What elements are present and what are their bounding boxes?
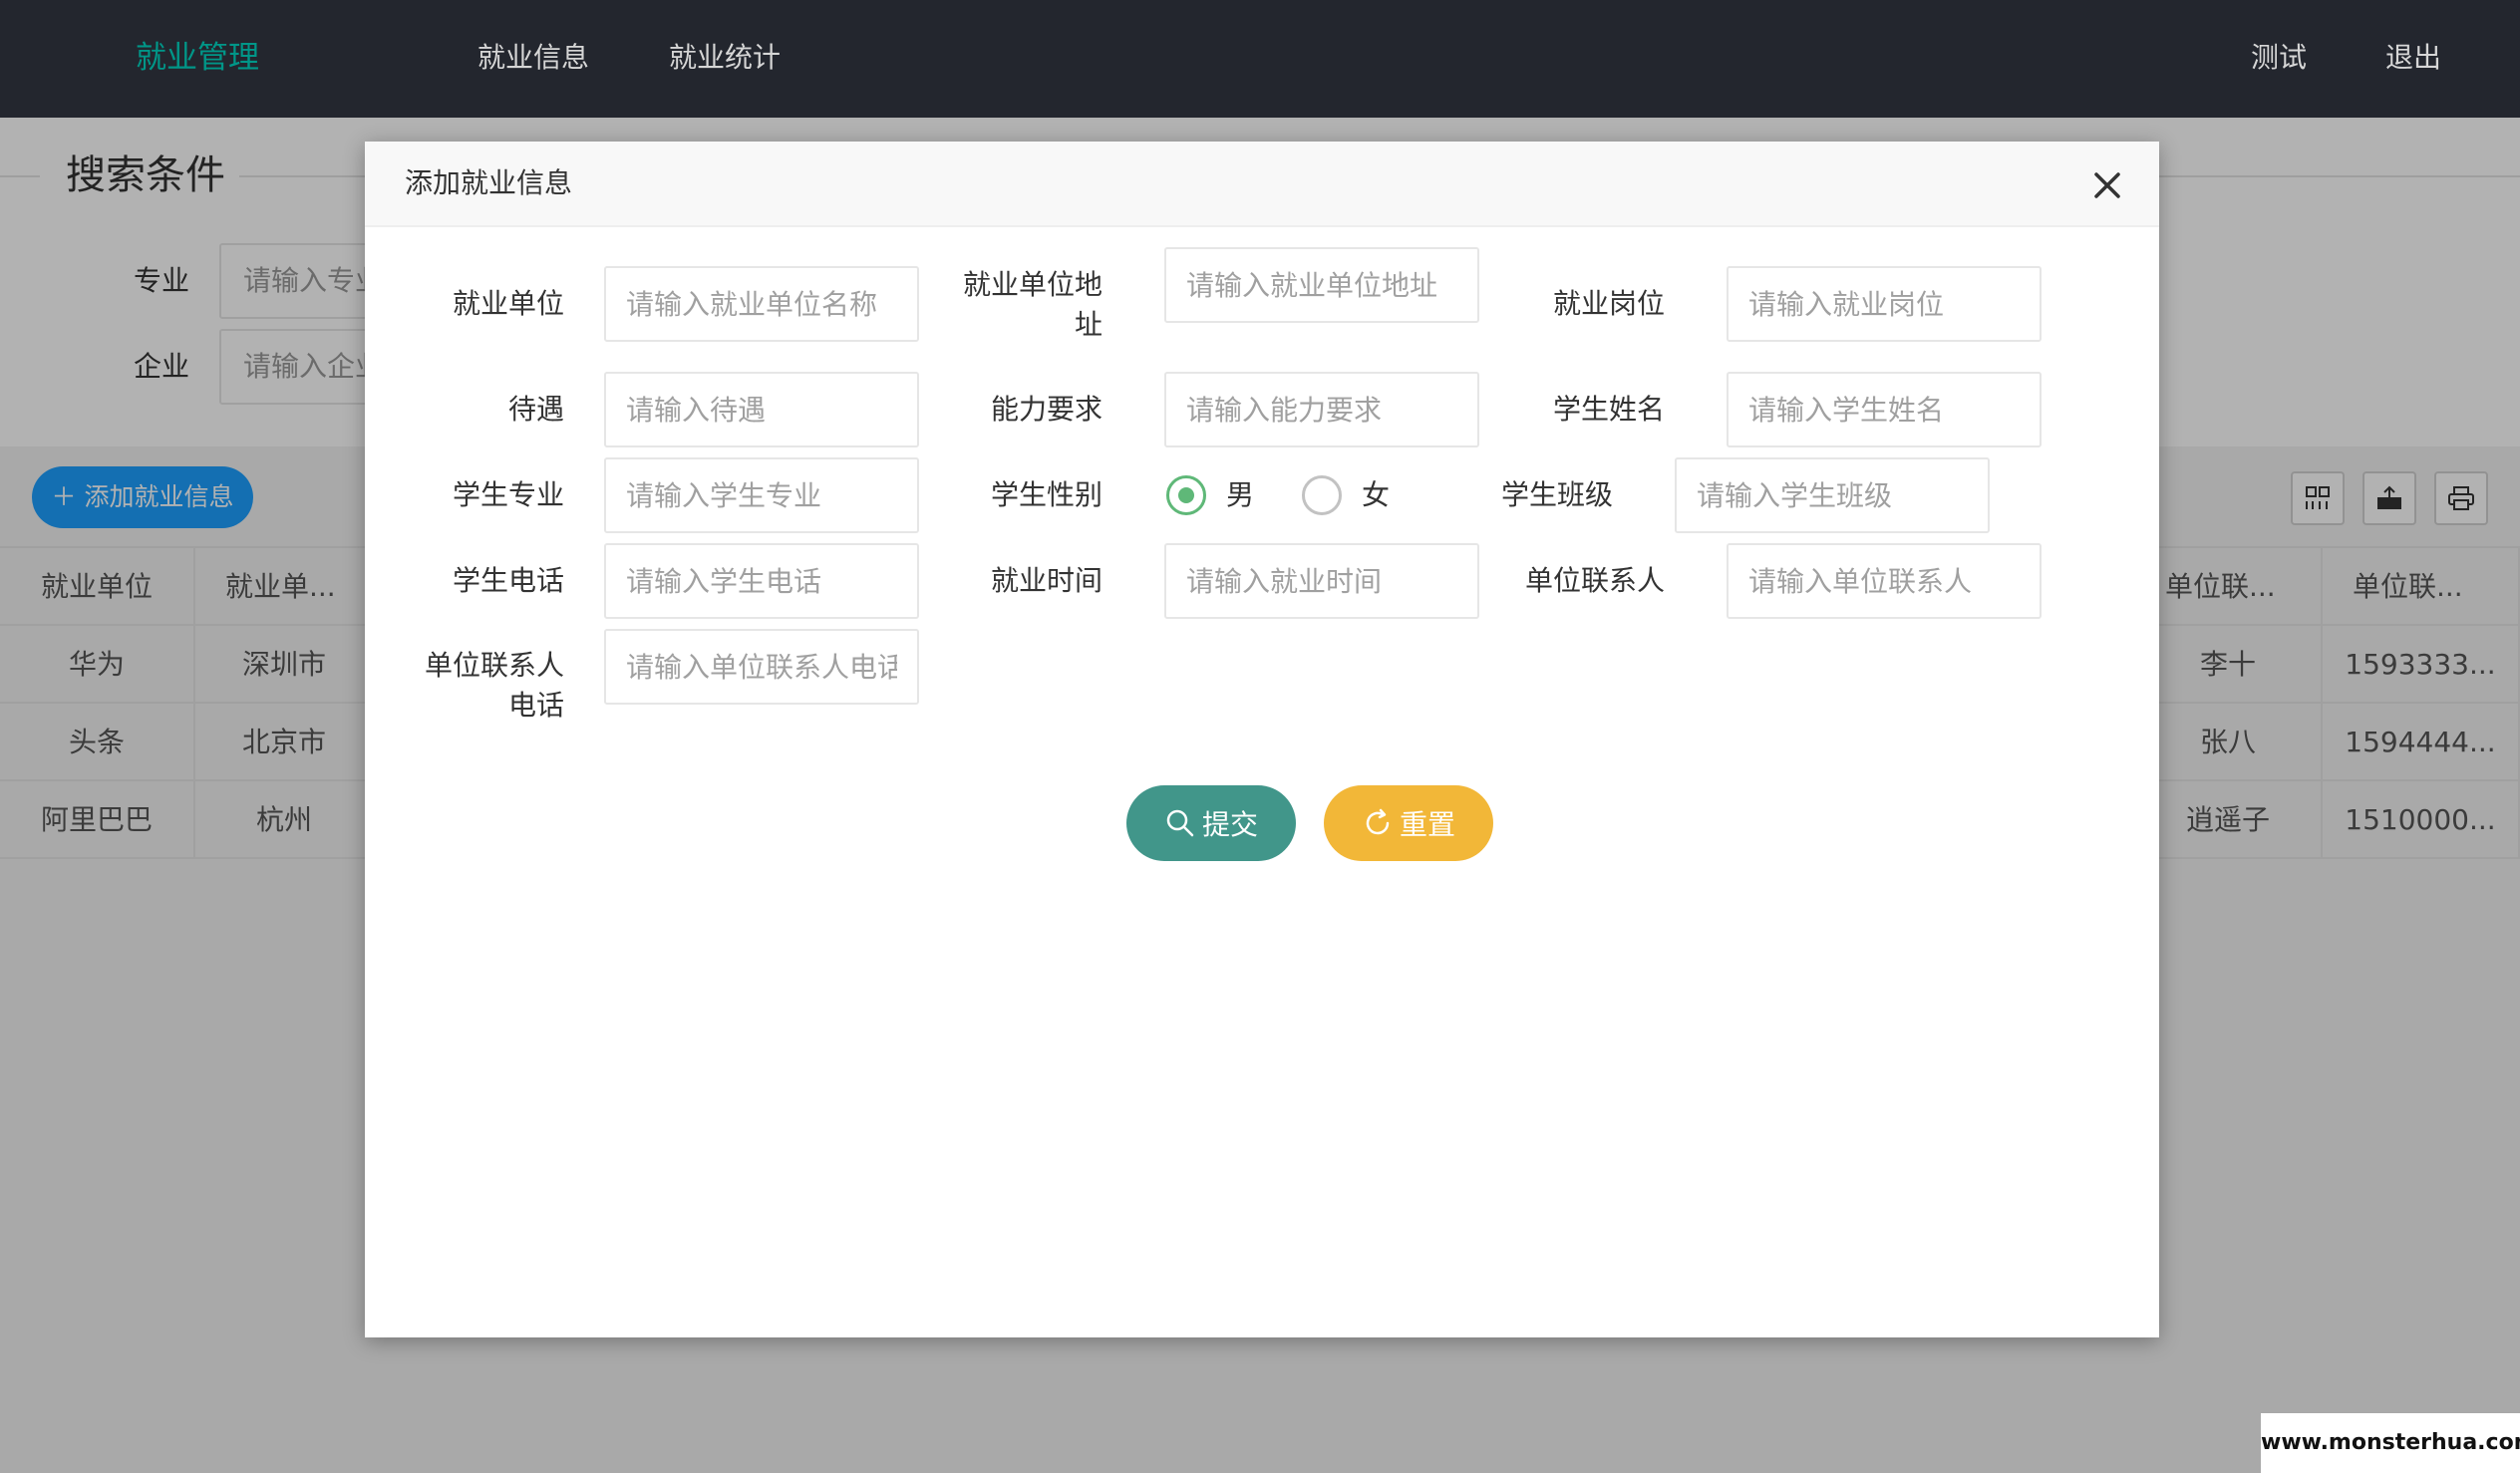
employ-time-input[interactable] — [1164, 543, 1479, 619]
student-name-input[interactable] — [1727, 372, 2042, 447]
ability-label: 能力要求 — [990, 393, 1102, 426]
watermark-text: www.monsterhua.com — [2261, 1413, 2520, 1473]
dialog-header: 添加就业信息 — [365, 142, 2159, 227]
student-name-label: 学生姓名 — [1552, 393, 1665, 426]
radio-unchecked-icon — [1302, 475, 1342, 515]
gender-radio-male[interactable]: 男 — [1166, 475, 1254, 515]
address-input[interactable] — [1164, 247, 1479, 323]
ability-input[interactable] — [1164, 372, 1479, 447]
reset-button[interactable]: 重置 — [1324, 785, 1493, 861]
address-label-line2: 址 — [1074, 308, 1102, 341]
gender-radio-female[interactable]: 女 — [1302, 475, 1390, 515]
salary-input[interactable] — [604, 372, 919, 447]
salary-label: 待遇 — [507, 393, 564, 426]
contact-phone-label-line1: 单位联系人 — [424, 649, 564, 682]
search-icon — [1166, 809, 1194, 837]
add-employment-dialog: 添加就业信息 就业单位 就业单位地 址 就业岗位 待遇 能力要求 学生姓名 学生… — [365, 142, 2159, 1337]
gender-label: 学生性别 — [990, 478, 1102, 511]
contact-phone-input[interactable] — [604, 629, 919, 705]
nav-item-employment-stats[interactable]: 就业统计 — [669, 36, 781, 80]
dialog-title: 添加就业信息 — [405, 166, 573, 199]
reset-label: 重置 — [1399, 808, 1455, 841]
student-phone-input[interactable] — [604, 543, 919, 619]
contact-phone-label-line2: 电话 — [507, 689, 564, 722]
contact-label: 单位联系人 — [1524, 564, 1665, 597]
employ-time-label: 就业时间 — [990, 564, 1102, 597]
gender-male-label: 男 — [1226, 478, 1255, 511]
address-label-line1: 就业单位地 — [962, 268, 1102, 301]
nav-user-name[interactable]: 测试 — [2251, 36, 2307, 80]
close-icon[interactable] — [2087, 165, 2127, 205]
radio-checked-icon — [1166, 475, 1206, 515]
submit-label: 提交 — [1201, 808, 1258, 841]
student-major-input[interactable] — [604, 457, 919, 533]
student-major-label: 学生专业 — [452, 478, 564, 511]
nav-logout-link[interactable]: 退出 — [2385, 36, 2441, 80]
position-label: 就业岗位 — [1552, 287, 1665, 320]
contact-input[interactable] — [1727, 543, 2042, 619]
gender-female-label: 女 — [1362, 478, 1391, 511]
student-phone-label: 学生电话 — [452, 564, 564, 597]
brand-logo[interactable]: 就业管理 — [136, 36, 259, 80]
company-input[interactable] — [604, 266, 919, 342]
position-input[interactable] — [1727, 266, 2042, 342]
student-class-input[interactable] — [1675, 457, 1990, 533]
company-label: 就业单位 — [452, 287, 564, 320]
submit-button[interactable]: 提交 — [1126, 785, 1296, 861]
student-class-label: 学生班级 — [1500, 478, 1613, 511]
refresh-icon — [1366, 808, 1390, 835]
nav-item-employment-info[interactable]: 就业信息 — [477, 36, 589, 80]
top-navbar: 就业管理 就业信息 就业统计 测试 退出 — [0, 0, 2520, 118]
